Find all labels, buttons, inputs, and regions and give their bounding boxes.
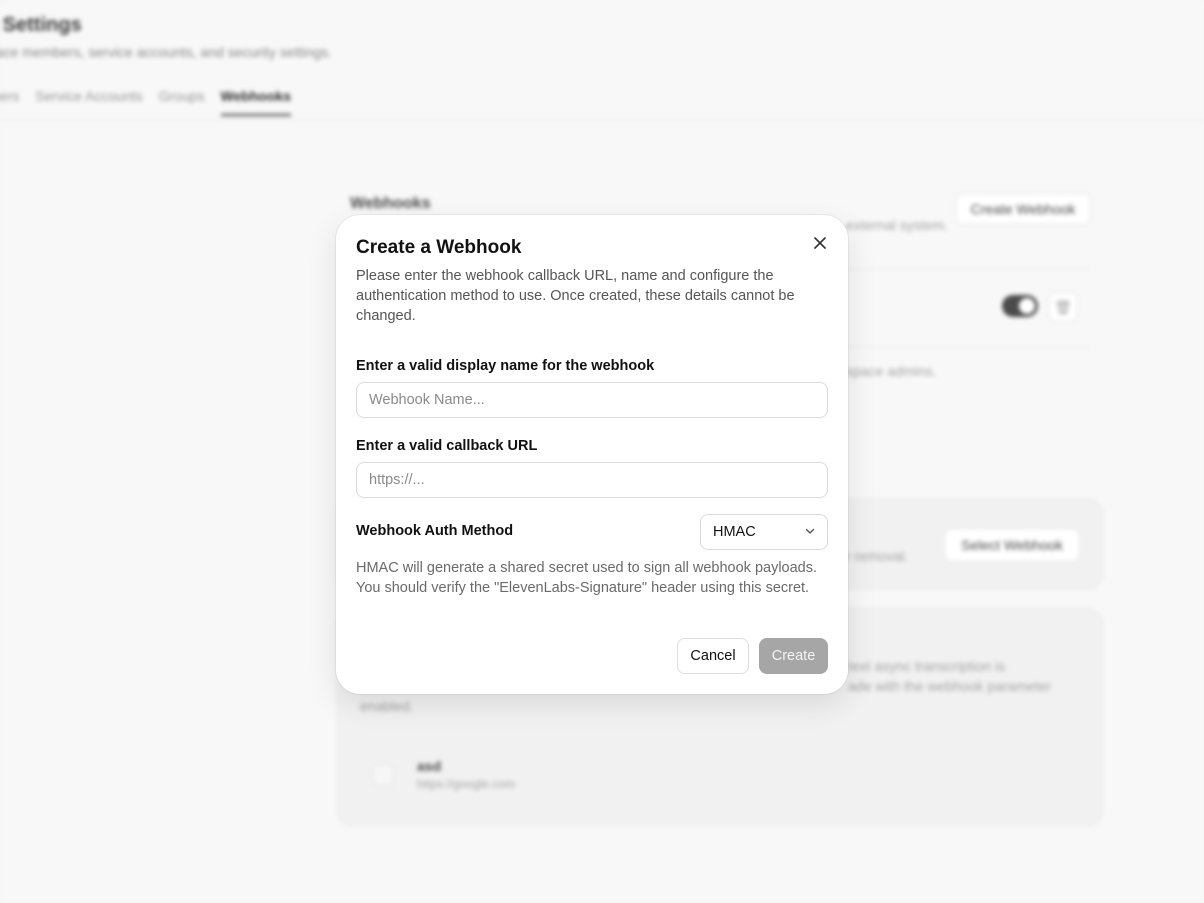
auth-method-value: HMAC [713,524,756,540]
create-webhook-dialog: Create a Webhook Please enter the webhoo… [336,215,848,694]
cancel-button[interactable]: Cancel [677,638,749,674]
dialog-description: Please enter the webhook callback URL, n… [356,268,795,324]
auth-method-select[interactable]: HMAC [700,514,828,550]
webhook-name-input[interactable] [356,382,828,418]
url-label: Enter a valid callback URL [356,438,538,454]
auth-help-text: HMAC will generate a shared secret used … [356,560,818,596]
close-icon-glyph [814,237,826,249]
dialog-title: Create a Webhook [356,237,522,258]
create-button[interactable]: Create [759,638,828,674]
callback-url-input[interactable] [356,462,828,498]
close-icon[interactable] [810,234,830,254]
auth-method-label: Webhook Auth Method [356,523,514,539]
name-label: Enter a valid display name for the webho… [356,358,655,374]
chevron-down-icon [805,528,815,534]
